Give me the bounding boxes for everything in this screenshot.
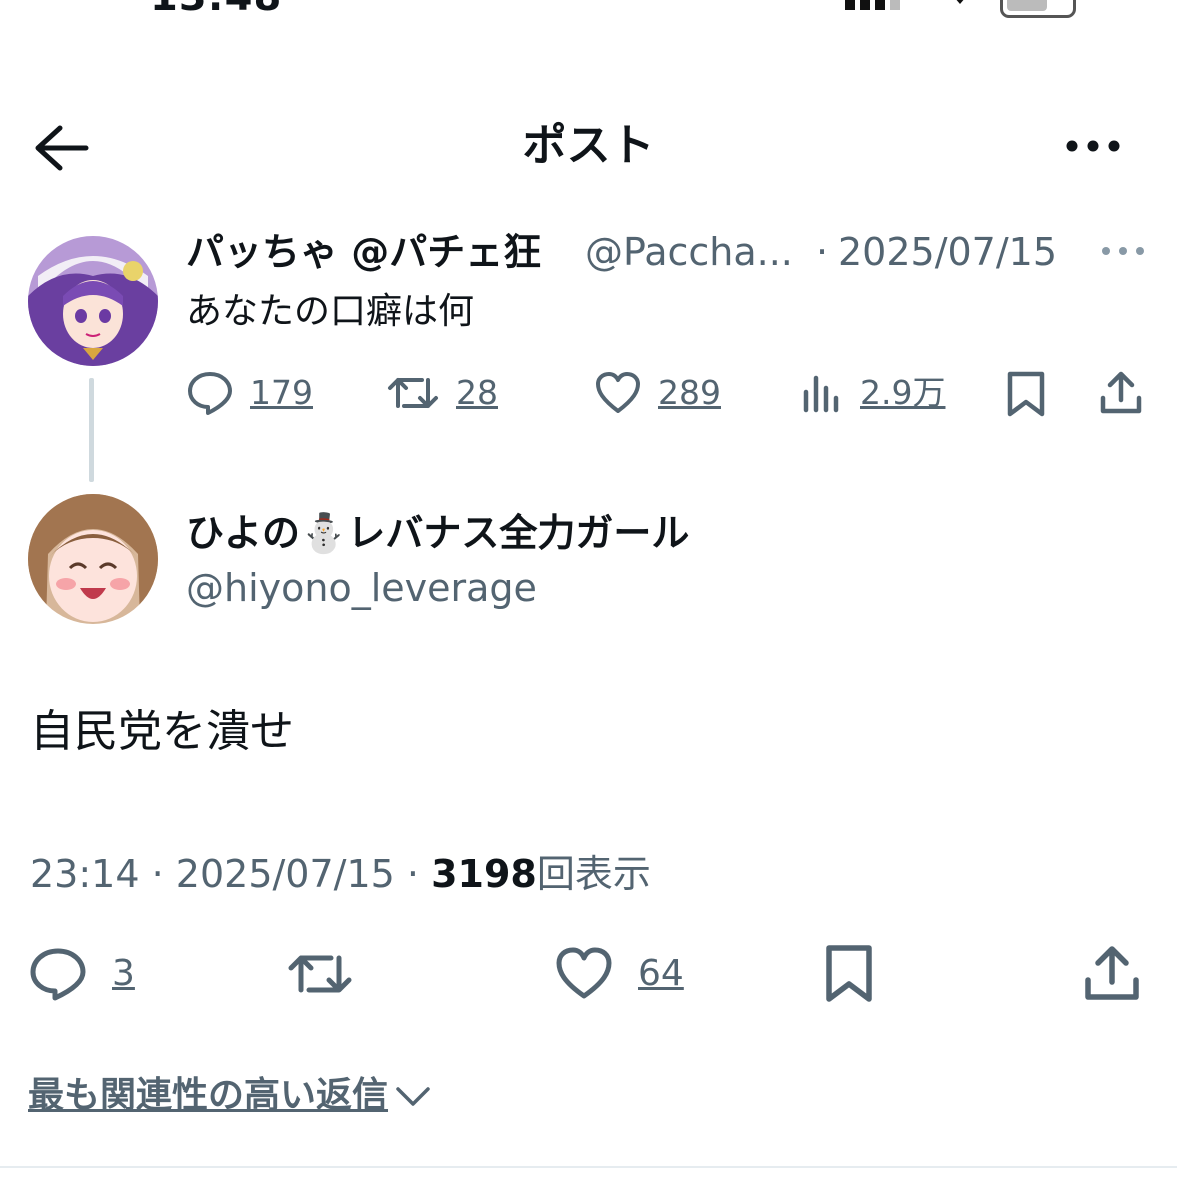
- reply-button[interactable]: 3: [28, 946, 135, 1002]
- parent-display-name[interactable]: パッちゃ @パチェ狂: [186, 224, 541, 280]
- parent-views-button[interactable]: 2.9万: [800, 370, 945, 416]
- more-icon: [1066, 140, 1120, 152]
- bookmark-button[interactable]: [822, 944, 876, 1004]
- like-count: 64: [638, 953, 684, 994]
- post-time: 23:14: [30, 852, 140, 896]
- page-title: ポスト: [522, 120, 655, 171]
- view-label: 回表示: [536, 852, 651, 896]
- reply-icon: [188, 372, 232, 415]
- views-count: 2.9万: [860, 373, 946, 412]
- parent-reply-button[interactable]: 179: [186, 370, 313, 416]
- parent-repost-button[interactable]: 28: [386, 370, 498, 416]
- main-post-text: 自民党を潰せ: [30, 706, 294, 757]
- post-date: 2025/07/15: [175, 852, 395, 896]
- separator: ·: [816, 230, 829, 274]
- parent-date[interactable]: 2025/07/15: [838, 224, 1057, 280]
- view-count: 3198: [431, 852, 537, 896]
- parent-share-button[interactable]: [1098, 370, 1144, 416]
- bookmark-icon: [1007, 371, 1045, 417]
- repost-icon: [288, 955, 352, 993]
- parent-handle[interactable]: @Paccha...: [585, 224, 793, 280]
- reply-count: 3: [112, 953, 135, 994]
- battery-icon: [1000, 0, 1076, 18]
- parent-like-button[interactable]: 289: [594, 370, 721, 416]
- repost-button[interactable]: [286, 946, 354, 1002]
- status-bar: 13:48: [0, 0, 1177, 20]
- like-icon: [596, 372, 640, 413]
- status-time: 13:48: [150, 0, 282, 20]
- share-icon: [1100, 371, 1142, 414]
- parent-more-button[interactable]: [1098, 236, 1148, 266]
- share-icon: [1085, 946, 1139, 1000]
- main-avatar[interactable]: [28, 494, 158, 624]
- share-button[interactable]: [1082, 944, 1142, 1004]
- repost-count: 28: [456, 373, 498, 412]
- like-count: 289: [658, 373, 721, 412]
- signal-icon: [845, 0, 900, 10]
- thread-line: [89, 378, 94, 482]
- replies-sort-label: 最も関連性の高い返信: [28, 1075, 389, 1116]
- parent-bookmark-button[interactable]: [1004, 370, 1048, 418]
- parent-avatar[interactable]: [28, 236, 158, 366]
- like-button[interactable]: 64: [554, 946, 684, 1002]
- chevron-down-icon: [396, 1087, 430, 1106]
- replies-sort-button[interactable]: 最も関連性の高い返信: [28, 1068, 432, 1124]
- parent-post-text: あなたの口癖は何: [186, 291, 475, 332]
- repost-icon: [388, 378, 438, 408]
- post-meta: 23:14 · 2025/07/15 · 3198回表示: [30, 846, 651, 902]
- main-display-name[interactable]: ひよの⛄レバナス全力ガール: [186, 504, 689, 562]
- more-options-button[interactable]: [1060, 126, 1126, 166]
- avatar-image: [28, 236, 158, 366]
- separator: ·: [151, 852, 164, 896]
- separator: ·: [406, 852, 420, 896]
- divider: [0, 1166, 1177, 1168]
- more-icon: [1102, 247, 1144, 255]
- reply-count: 179: [250, 373, 313, 412]
- wifi-icon: [956, 0, 964, 4]
- avatar-image: [28, 494, 158, 624]
- main-handle[interactable]: @hiyono_leverage: [186, 560, 537, 616]
- views-icon: [803, 375, 839, 413]
- like-icon: [556, 947, 612, 999]
- bookmark-icon: [826, 945, 872, 1002]
- reply-icon: [30, 948, 86, 1001]
